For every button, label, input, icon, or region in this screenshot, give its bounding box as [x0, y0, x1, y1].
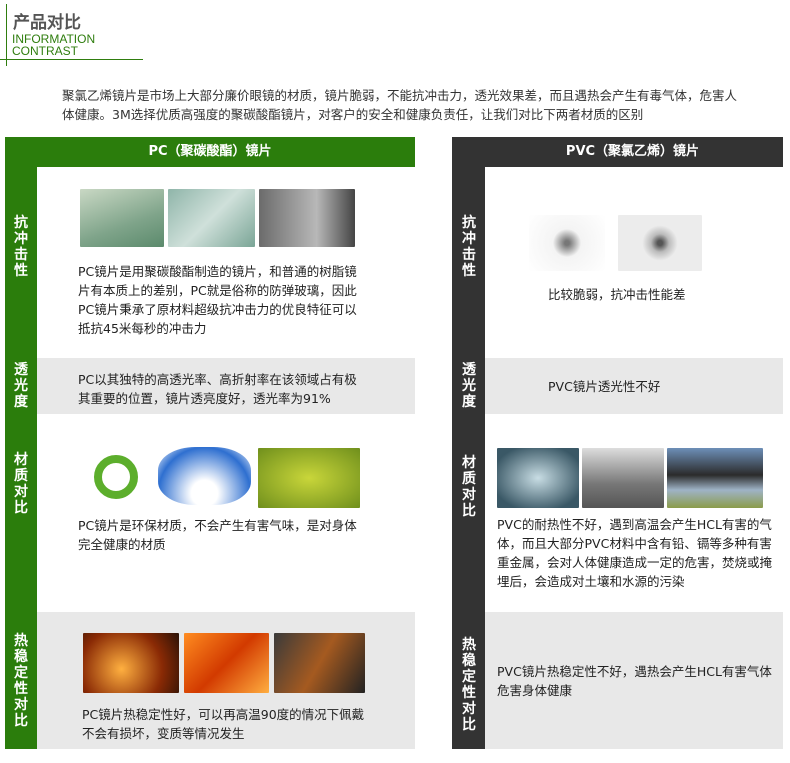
- furnace-workers-image: [274, 633, 365, 693]
- pc-label-thermal: 热稳定性对比: [14, 633, 28, 729]
- pc-material-text: PC镜片是环保材质，不会产生有害气味，是对身体完全健康的材质: [78, 518, 357, 552]
- pvc-material-text: PVC的耐热性不好，遇到高温会产生HCL有害的气体，而且大部分PVC材料中含有铅…: [497, 517, 773, 589]
- pvc-label-thermal: 热稳定性对比: [462, 637, 476, 733]
- pvc-label-impact: 抗冲击性: [462, 215, 476, 279]
- pc-thermal-text: PC镜片热稳定性好，可以再高温90度的情况下佩戴不会有损坏，变质等情况发生: [82, 707, 365, 741]
- black-smoke-image: [667, 448, 763, 508]
- blue-sky-image: [158, 447, 251, 505]
- pc-label-material: 材质对比: [14, 452, 28, 516]
- pvc-transparency-text: PVC镜片透光性不好: [548, 379, 661, 394]
- bulletproof-test-image: [259, 189, 355, 247]
- subtitle-line2: CONTRAST: [12, 44, 78, 58]
- page-title: 产品对比: [13, 13, 81, 33]
- flower-field-family-image: [258, 448, 360, 508]
- glass-sheet-image: [80, 189, 164, 247]
- pc-transparency-text: PC以其独特的高透光率、高折射率在该领域占有极其重要的位置，镜片透亮度好，透光率…: [78, 372, 357, 406]
- product-comparison-page: 产品对比 INFORMATION CONTRAST 聚氯乙烯镜片是市场上大部分廉价…: [0, 0, 790, 763]
- title-accent-line: [6, 4, 7, 66]
- impact-crack-image: [618, 215, 702, 271]
- shattered-glass-image: [529, 215, 605, 271]
- molten-heat-image: [184, 633, 269, 693]
- pc-impact-text: PC镜片是用聚碳酸酯制造的镜片，和普通的树脂镜片有本质上的差别，PC就是俗称的防…: [78, 264, 357, 336]
- pvc-thermal-text: PVC镜片热稳定性不好，遇热会产生HCL有害气体危害身体健康: [497, 664, 772, 698]
- pvc-label-transparency: 透光度: [462, 362, 476, 410]
- pvc-label-material: 材质对比: [462, 455, 476, 519]
- toxic-gas-image: [497, 448, 579, 508]
- pvc-impact-text: 比较脆弱，抗冲击性能差: [548, 287, 686, 302]
- pc-heading: PC（聚碳酸酯）镜片: [5, 137, 415, 167]
- pvc-heading: PVC（聚氯乙烯）镜片: [452, 137, 783, 167]
- recycle-icon: [94, 455, 138, 499]
- smokestack-image: [582, 448, 664, 508]
- title-underline: [0, 59, 143, 60]
- pc-label-transparency: 透光度: [14, 362, 28, 410]
- grinding-sparks-image: [83, 633, 179, 693]
- intro-text: 聚氯乙烯镜片是市场上大部分廉价眼镜的材质，镜片脆弱，不能抗冲击力，透光效果差，而…: [62, 88, 738, 122]
- page-subtitle: INFORMATION CONTRAST: [12, 33, 95, 57]
- pc-label-impact: 抗冲击性: [14, 215, 28, 279]
- cracked-glass-image: [168, 189, 255, 247]
